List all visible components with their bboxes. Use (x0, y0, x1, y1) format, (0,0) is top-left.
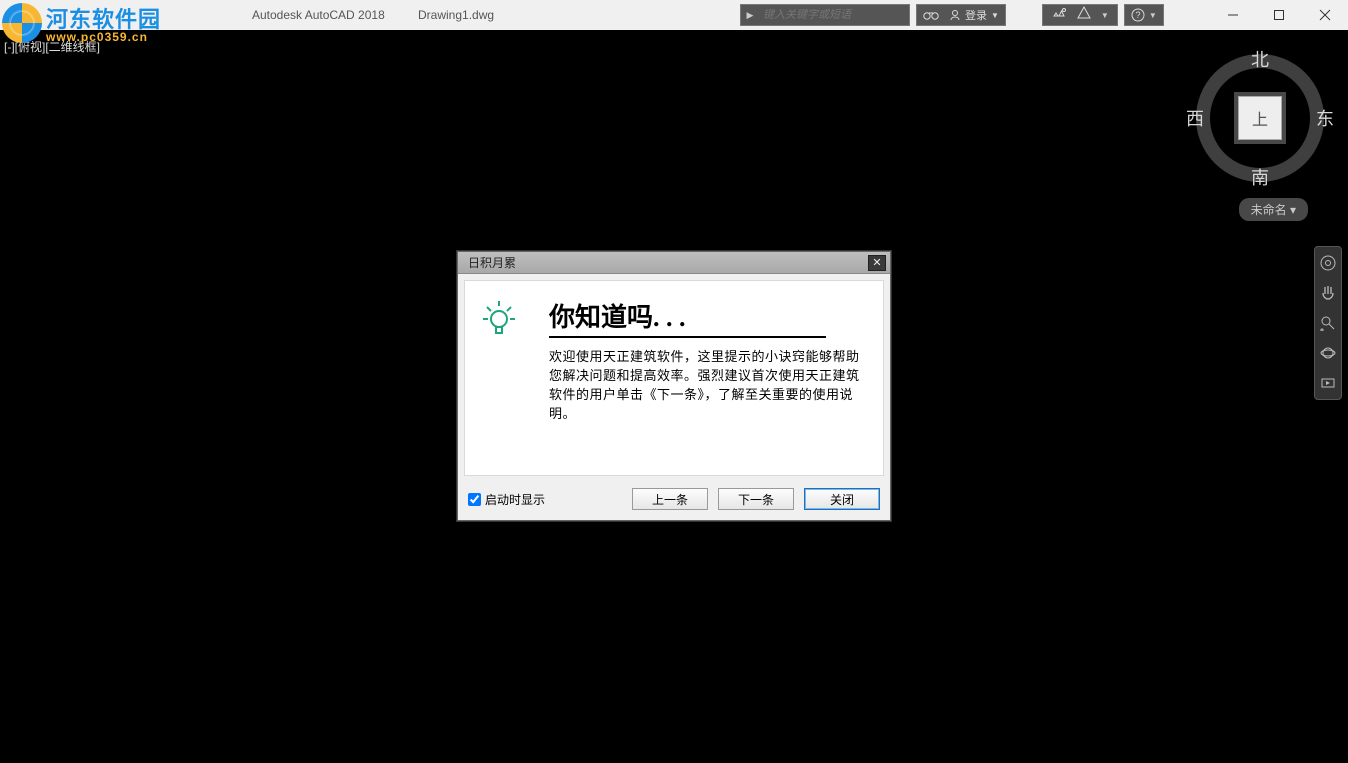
watermark-url: www.pc0359.cn (46, 30, 161, 44)
watermark-logo-icon (2, 3, 42, 43)
lightbulb-icon (481, 299, 517, 339)
view-cube[interactable]: 北 南 东 西 上 (1190, 48, 1330, 188)
autodesk-app-icon[interactable] (1077, 6, 1091, 25)
show-motion-icon[interactable] (1318, 373, 1338, 393)
dialog-body: 你知道吗. . . 欢迎使用天正建筑软件，这里提示的小诀窍能够帮助您解决问题和提… (464, 280, 884, 476)
show-on-startup-checkbox[interactable]: 启动时显示 (468, 491, 545, 508)
document-name: Drawing1.dwg (418, 8, 494, 22)
window-controls (1210, 0, 1348, 30)
account-cluster: 登录 ▼ (916, 4, 1006, 26)
navigation-bar (1314, 246, 1342, 400)
compass-north[interactable]: 北 (1251, 46, 1269, 72)
minimize-button[interactable] (1210, 0, 1256, 30)
search-play-icon[interactable]: ▶ (741, 5, 759, 25)
exchange-apps-icon[interactable] (1051, 6, 1067, 25)
exchange-cluster: ▼ (1042, 4, 1118, 26)
view-cube-top[interactable]: 上 (1238, 96, 1282, 140)
chevron-down-icon: ▼ (1149, 11, 1157, 20)
steering-wheel-icon[interactable] (1318, 253, 1338, 273)
pan-icon[interactable] (1318, 283, 1338, 303)
search-input[interactable] (759, 9, 909, 21)
chevron-down-icon: ▼ (991, 11, 999, 20)
tip-heading: 你知道吗. . . (549, 297, 826, 338)
dialog-footer: 启动时显示 上一条 下一条 关闭 (458, 482, 890, 520)
chevron-down-icon: ▼ (1101, 11, 1109, 20)
close-dialog-button[interactable]: 关闭 (804, 488, 880, 510)
close-button[interactable] (1302, 0, 1348, 30)
svg-text:?: ? (1135, 10, 1140, 20)
ucs-badge[interactable]: 未命名 ▾ (1239, 198, 1308, 221)
help-icon: ? (1131, 8, 1145, 22)
app-title: Autodesk AutoCAD 2018 (252, 8, 385, 22)
show-on-startup-label: 启动时显示 (485, 491, 545, 508)
compass-south[interactable]: 南 (1251, 164, 1269, 190)
zoom-extents-icon[interactable] (1318, 313, 1338, 333)
show-on-startup-input[interactable] (468, 493, 481, 506)
dialog-titlebar[interactable]: 日积月累 ✕ (458, 252, 890, 274)
dialog-title: 日积月累 (462, 254, 522, 271)
compass-west[interactable]: 西 (1186, 105, 1204, 131)
orbit-icon[interactable] (1318, 343, 1338, 363)
tip-of-day-dialog: 日积月累 ✕ 你知道吗. . . 欢迎使用天正建筑软件，这里提示的小诀窍能够帮助… (457, 251, 891, 521)
infocenter: ▶ 登录 ▼ ▼ ? ▼ (740, 3, 1164, 27)
prev-tip-button[interactable]: 上一条 (632, 488, 708, 510)
tip-body-text: 欢迎使用天正建筑软件，这里提示的小诀窍能够帮助您解决问题和提高效率。强烈建议首次… (549, 348, 865, 423)
dialog-close-icon[interactable]: ✕ (868, 255, 886, 271)
next-tip-button[interactable]: 下一条 (718, 488, 794, 510)
compass-east[interactable]: 东 (1316, 105, 1334, 131)
search-box[interactable]: ▶ (740, 4, 910, 26)
search-binoculars-icon[interactable] (923, 8, 939, 22)
help-cluster[interactable]: ? ▼ (1124, 4, 1164, 26)
maximize-button[interactable] (1256, 0, 1302, 30)
sign-in-button[interactable]: 登录 ▼ (949, 7, 999, 23)
watermark: 河东软件园 www.pc0359.cn (2, 2, 161, 44)
sign-in-label: 登录 (965, 7, 987, 23)
